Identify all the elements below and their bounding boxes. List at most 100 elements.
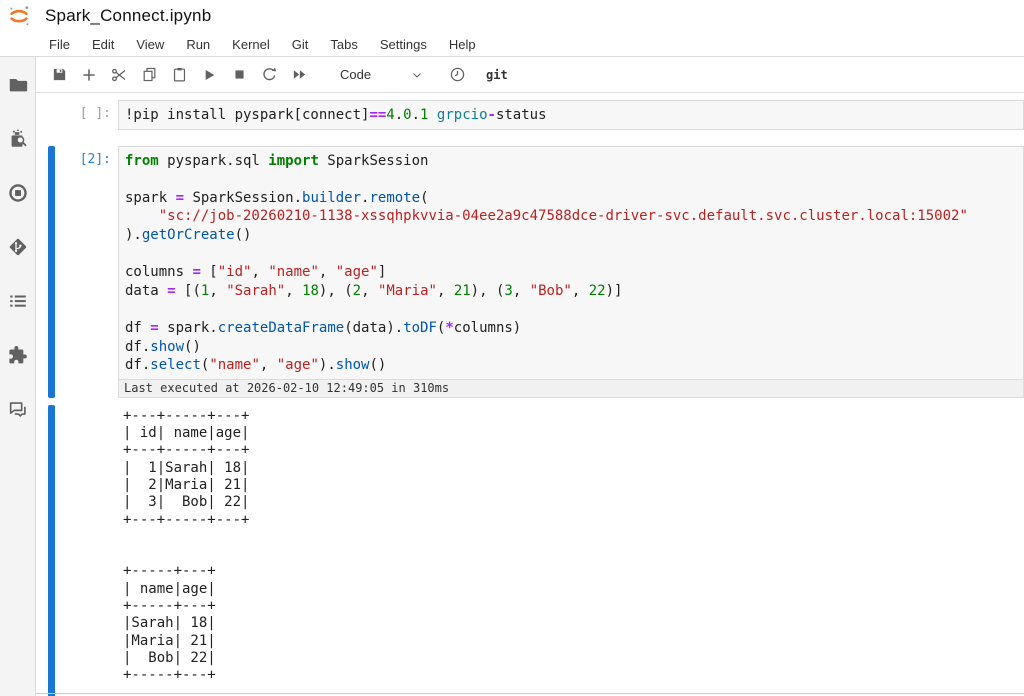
code-token: ), ( bbox=[471, 283, 505, 299]
code-token: . bbox=[395, 107, 403, 123]
code-token: getOrCreate bbox=[142, 227, 235, 243]
code-token: remote bbox=[369, 190, 420, 206]
insert-cell-button[interactable] bbox=[74, 61, 104, 89]
chat-icon bbox=[7, 398, 29, 420]
code-line: "sc://job-20260210-1138-xssqhpkvvia-04ee… bbox=[125, 207, 1017, 226]
code-token: spark. bbox=[159, 320, 218, 336]
code-token: () bbox=[184, 339, 201, 355]
git-toolbar-label[interactable]: git bbox=[486, 68, 508, 82]
cell-type-dropdown[interactable]: Code bbox=[332, 62, 432, 88]
code-token: , bbox=[572, 283, 589, 299]
code-token: "age" bbox=[336, 264, 378, 280]
flask-search-icon bbox=[7, 128, 29, 150]
copy-icon bbox=[141, 66, 158, 83]
code-token: show bbox=[150, 339, 184, 355]
code-editor[interactable]: from pyspark.sql import SparkSessionspar… bbox=[118, 146, 1024, 380]
code-token: createDataFrame bbox=[218, 320, 344, 336]
flask-search-tab[interactable] bbox=[5, 127, 31, 151]
running-sessions-tab[interactable] bbox=[5, 181, 31, 205]
code-token: builder bbox=[302, 190, 361, 206]
code-token: ). bbox=[319, 357, 336, 373]
table-of-contents-icon bbox=[7, 290, 29, 312]
scissors-icon bbox=[110, 66, 128, 84]
menu-item-settings[interactable]: Settings bbox=[369, 34, 438, 55]
code-token: df bbox=[125, 320, 150, 336]
code-token: () bbox=[235, 227, 252, 243]
code-token: 4 bbox=[386, 107, 394, 123]
copy-cells-button[interactable] bbox=[134, 61, 164, 89]
extensions-puzzle-icon bbox=[7, 344, 29, 366]
jupyterlab-window: Spark_Connect.ipynb FileEditViewRunKerne… bbox=[0, 0, 1024, 696]
menu-item-edit[interactable]: Edit bbox=[81, 34, 125, 55]
menu-item-help[interactable]: Help bbox=[438, 34, 487, 55]
code-line: columns = ["id", "name", "age"] bbox=[125, 263, 1017, 282]
code-token: [( bbox=[176, 283, 201, 299]
git-tab[interactable] bbox=[5, 235, 31, 259]
menu-item-git[interactable]: Git bbox=[281, 34, 320, 55]
cell-collapser[interactable] bbox=[48, 100, 55, 130]
execution-time-button[interactable] bbox=[442, 61, 472, 89]
code-token: = bbox=[167, 283, 175, 299]
code-token: , bbox=[513, 283, 530, 299]
code-token: ] bbox=[378, 264, 386, 280]
plus-icon bbox=[80, 66, 98, 84]
code-token: (data). bbox=[344, 320, 403, 336]
restart-kernel-button[interactable] bbox=[254, 61, 284, 89]
running-sessions-icon bbox=[7, 182, 29, 204]
paste-cells-button[interactable] bbox=[164, 61, 194, 89]
code-token: "sc://job-20260210-1138-xssqhpkvvia-04ee… bbox=[159, 208, 968, 224]
code-token: ( bbox=[420, 190, 428, 206]
output-collapser[interactable] bbox=[48, 405, 55, 696]
save-icon bbox=[51, 66, 68, 83]
menu-item-view[interactable]: View bbox=[125, 34, 175, 55]
code-token: [ bbox=[201, 264, 218, 280]
cell-collapser[interactable] bbox=[48, 146, 55, 398]
code-token: , bbox=[260, 357, 277, 373]
code-line bbox=[125, 300, 1017, 319]
code-token: 21 bbox=[454, 283, 471, 299]
code-editor[interactable]: !pip install pyspark[connect]==4.0.1 grp… bbox=[118, 100, 1024, 130]
save-button[interactable] bbox=[44, 61, 74, 89]
folder-icon bbox=[7, 74, 29, 96]
cell-editor-wrap: from pyspark.sql import SparkSessionspar… bbox=[118, 146, 1024, 398]
code-token: data bbox=[125, 283, 167, 299]
code-token: , bbox=[209, 283, 226, 299]
code-token: SparkSession bbox=[319, 153, 429, 169]
interrupt-kernel-button[interactable] bbox=[224, 61, 254, 89]
code-token bbox=[125, 208, 159, 224]
stop-icon bbox=[232, 67, 247, 82]
code-token: "id" bbox=[218, 264, 252, 280]
cut-cells-button[interactable] bbox=[104, 61, 134, 89]
run-cell-button[interactable] bbox=[194, 61, 224, 89]
menu-item-run[interactable]: Run bbox=[175, 34, 221, 55]
code-token: "name" bbox=[268, 264, 319, 280]
menu-item-tabs[interactable]: Tabs bbox=[319, 34, 368, 55]
restart-icon bbox=[261, 66, 278, 83]
code-token: status bbox=[496, 107, 547, 123]
table-of-contents-tab[interactable] bbox=[5, 289, 31, 313]
code-token: . bbox=[412, 107, 420, 123]
code-token: , bbox=[361, 283, 378, 299]
left-sidebar bbox=[0, 57, 36, 696]
code-line: df.show() bbox=[125, 338, 1017, 357]
menu-item-file[interactable]: File bbox=[38, 34, 81, 55]
chevron-down-icon bbox=[410, 68, 424, 82]
code-token: select bbox=[150, 357, 201, 373]
notebook-panel: Code git [ ]:!pip install pyspark[connec… bbox=[36, 57, 1024, 696]
chat-tab[interactable] bbox=[5, 397, 31, 421]
code-line: df = spark.createDataFrame(data).toDF(*c… bbox=[125, 319, 1017, 338]
run-icon bbox=[201, 67, 217, 83]
code-token: "Sarah" bbox=[226, 283, 285, 299]
restart-run-all-button[interactable] bbox=[284, 61, 314, 89]
cell-input-row: [2]:from pyspark.sql import SparkSession… bbox=[48, 146, 1024, 398]
code-token: * bbox=[445, 320, 453, 336]
menu-item-kernel[interactable]: Kernel bbox=[221, 34, 281, 55]
extension-manager-tab[interactable] bbox=[5, 343, 31, 367]
file-browser-tab[interactable] bbox=[5, 73, 31, 97]
code-line: data = [(1, "Sarah", 18), (2, "Maria", 2… bbox=[125, 282, 1017, 301]
fast-forward-icon bbox=[291, 66, 308, 83]
code-token: show bbox=[336, 357, 370, 373]
code-token: = bbox=[176, 190, 184, 206]
code-token: "age" bbox=[277, 357, 319, 373]
notebook-cell: [ ]:!pip install pyspark[connect]==4.0.1… bbox=[48, 100, 1024, 130]
